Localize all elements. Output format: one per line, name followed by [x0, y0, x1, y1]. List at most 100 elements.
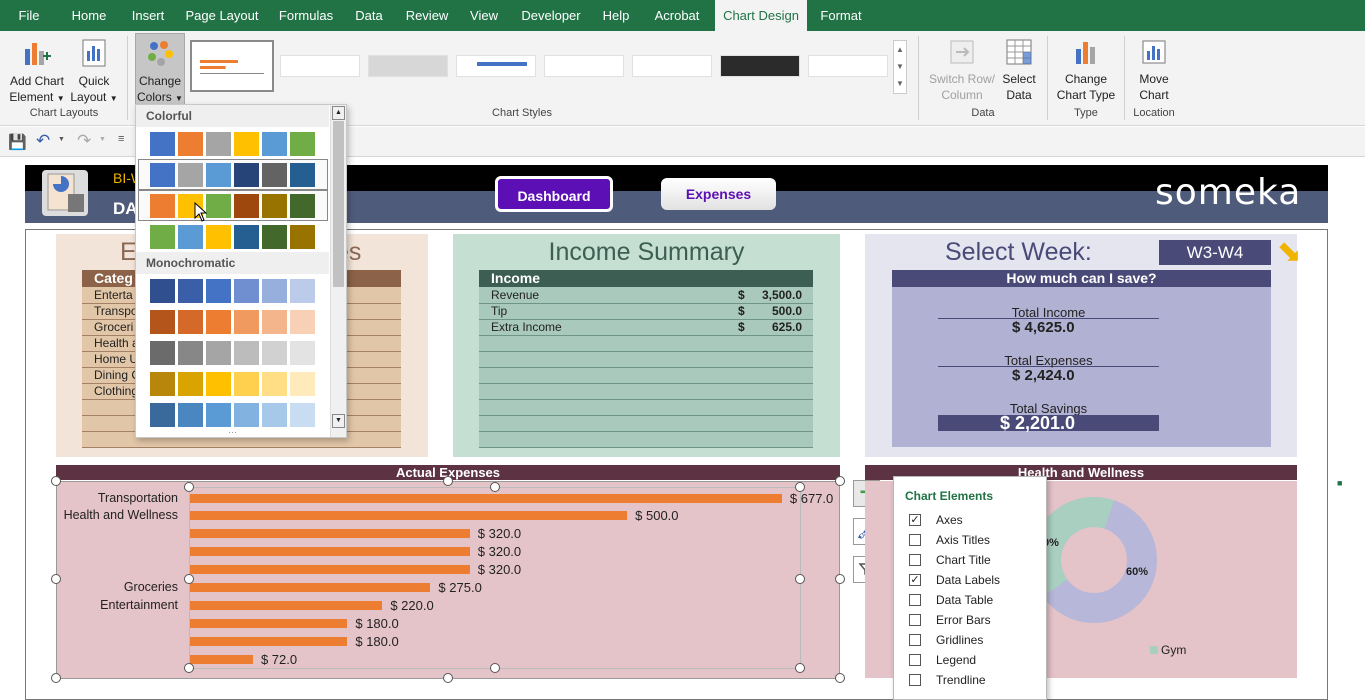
tab-data[interactable]: Data [348, 0, 390, 31]
color-palette-swatch[interactable] [178, 132, 203, 156]
mono-palette-swatch[interactable] [290, 403, 315, 427]
color-palette-swatch[interactable] [234, 194, 259, 218]
dropdown-scrollbar[interactable]: ▲ ▼ [330, 105, 346, 437]
chart-element-label[interactable]: Trendline [936, 673, 986, 687]
plot-handle[interactable] [795, 663, 805, 673]
chart-bar[interactable] [190, 636, 348, 646]
mono-palette-swatch[interactable] [262, 372, 287, 396]
mono-palette-swatch[interactable] [234, 310, 259, 334]
color-palette-swatch[interactable] [290, 132, 315, 156]
chart-element-label[interactable]: Data Table [936, 593, 993, 607]
move-chart-button[interactable]: Move Chart [1128, 37, 1180, 105]
tab-insert[interactable]: Insert [124, 0, 172, 31]
tab-developer[interactable]: Developer [516, 0, 586, 31]
chart-element-label[interactable]: Chart Title [936, 553, 991, 567]
chart-style-4[interactable] [456, 55, 536, 77]
color-palette-swatch[interactable] [206, 163, 231, 187]
chart-bar[interactable] [190, 547, 470, 557]
mono-palette-swatch[interactable] [150, 341, 175, 365]
tab-format[interactable]: Format [814, 0, 868, 31]
mono-palette-swatch[interactable] [178, 403, 203, 427]
chart-bar[interactable] [190, 618, 348, 628]
dashboard-nav-button[interactable]: Dashboard [495, 176, 613, 212]
chart-bar[interactable] [190, 583, 431, 592]
mono-palette-swatch[interactable] [178, 310, 203, 334]
resize-handle[interactable] [835, 476, 845, 486]
color-palette-swatch[interactable] [290, 225, 315, 249]
color-palette-swatch[interactable] [290, 163, 315, 187]
mono-palette-swatch[interactable] [290, 279, 315, 303]
customize-qat-icon[interactable]: ≡ [118, 133, 124, 145]
color-palette-swatch[interactable] [206, 132, 231, 156]
plot-handle[interactable] [490, 663, 500, 673]
mono-palette-swatch[interactable] [178, 372, 203, 396]
resize-handle[interactable] [51, 476, 61, 486]
chart-element-label[interactable]: Axis Titles [936, 533, 990, 547]
mono-palette-swatch[interactable] [178, 279, 203, 303]
mono-palette-swatch[interactable] [150, 403, 175, 427]
select-data-button[interactable]: Select Data [998, 37, 1040, 105]
color-palette-swatch[interactable] [234, 163, 259, 187]
chart-element-checkbox[interactable] [909, 654, 921, 666]
change-chart-type-button[interactable]: Change Chart Type [1052, 37, 1120, 105]
chart-style-8[interactable] [808, 55, 888, 77]
save-icon[interactable]: 💾 [8, 133, 27, 151]
chart-element-checkbox[interactable] [909, 674, 921, 686]
tab-help[interactable]: Help [597, 0, 635, 31]
mono-palette-swatch[interactable] [206, 341, 231, 365]
chart-element-label[interactable]: Legend [936, 653, 976, 667]
chevron-down-icon[interactable]: ▼ [58, 136, 65, 143]
chart-style-6[interactable] [632, 55, 712, 77]
mono-palette-swatch[interactable] [150, 279, 175, 303]
tab-page-layout[interactable]: Page Layout [183, 0, 261, 31]
mono-palette-swatch[interactable] [290, 372, 315, 396]
chart-style-2[interactable] [280, 55, 360, 77]
resize-handle[interactable] [51, 673, 61, 683]
color-palette-swatch[interactable] [262, 225, 287, 249]
week-selector[interactable]: W3-W4 [1159, 240, 1271, 265]
mono-palette-swatch[interactable] [150, 310, 175, 334]
color-palette-swatch[interactable] [150, 163, 175, 187]
mono-palette-swatch[interactable] [234, 403, 259, 427]
resize-handle[interactable] [835, 574, 845, 584]
plot-handle[interactable] [184, 663, 194, 673]
mono-palette-swatch[interactable] [290, 341, 315, 365]
chart-style-3[interactable] [368, 55, 448, 77]
chart-bar[interactable] [190, 565, 470, 575]
color-palette-swatch[interactable] [234, 225, 259, 249]
tab-review[interactable]: Review [400, 0, 454, 31]
chart-bar[interactable] [190, 493, 782, 503]
chart-element-checkbox[interactable] [909, 534, 921, 546]
color-palette-swatch[interactable] [178, 163, 203, 187]
mono-palette-swatch[interactable] [206, 310, 231, 334]
chart-element-label[interactable]: Data Labels [936, 573, 1000, 587]
plot-handle[interactable] [795, 482, 805, 492]
add-chart-element-button[interactable]: Add Chart Element ▼ [5, 37, 69, 105]
mono-palette-swatch[interactable] [262, 310, 287, 334]
scroll-up-icon[interactable]: ▲ [332, 106, 345, 120]
resize-handle[interactable] [835, 673, 845, 683]
color-palette-swatch[interactable] [206, 225, 231, 249]
chart-bar[interactable] [190, 600, 383, 610]
plot-handle[interactable] [184, 574, 194, 584]
tab-chart-design[interactable]: Chart Design [715, 0, 807, 31]
resize-handle[interactable] [443, 673, 453, 683]
change-colors-button[interactable]: Change Colors ▼ [135, 33, 185, 105]
resize-handle[interactable] [443, 476, 453, 486]
resize-grip-icon[interactable]: … [228, 425, 237, 435]
chart-element-checkbox[interactable] [909, 634, 921, 646]
chart-element-checkbox[interactable]: ✓ [909, 514, 921, 526]
chart-style-7[interactable] [720, 55, 800, 77]
scroll-thumb[interactable] [333, 121, 344, 287]
mono-palette-swatch[interactable] [234, 341, 259, 365]
plot-handle[interactable] [184, 482, 194, 492]
tab-home[interactable]: Home [66, 0, 112, 31]
chart-element-label[interactable]: Error Bars [936, 613, 991, 627]
color-palette-swatch[interactable] [178, 225, 203, 249]
tab-view[interactable]: View [464, 0, 504, 31]
switch-row-column-button[interactable]: Switch Row/ Column [924, 37, 1000, 105]
chart-styles-scroller[interactable]: ▲ ▼ ▼ [893, 40, 907, 94]
mono-palette-swatch[interactable] [150, 372, 175, 396]
color-palette-swatch[interactable] [262, 194, 287, 218]
resize-handle[interactable] [51, 574, 61, 584]
